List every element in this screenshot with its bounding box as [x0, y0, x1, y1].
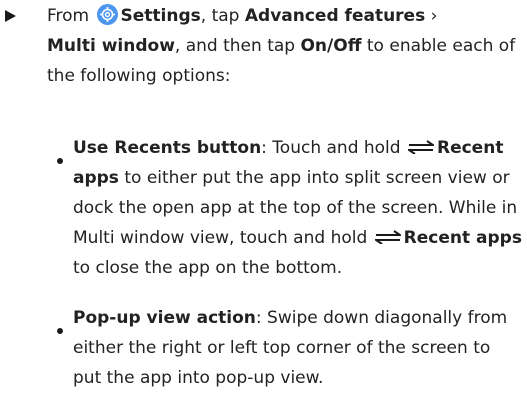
option-title: Use Recents button	[73, 138, 262, 158]
step-paragraph: From Settings, tap Advanced features › M…	[47, 1, 517, 91]
settings-label: Settings	[120, 6, 201, 26]
separator: ›	[430, 6, 438, 26]
then-tap-text: , and then tap	[174, 36, 296, 56]
advanced-features-label: Advanced features	[244, 6, 426, 26]
onoff-label: On/Off	[300, 36, 362, 56]
option-title: Pop-up view action	[73, 308, 256, 328]
recent-apps-icon	[372, 224, 403, 245]
bullet-icon	[57, 158, 63, 164]
step-arrow-icon	[5, 10, 16, 22]
recent-apps-label: Recent apps	[403, 228, 522, 248]
option-use-recents: Use Recents button: Touch and hold Recen…	[73, 133, 523, 283]
multi-window-label: Multi window	[47, 36, 175, 56]
from-text: From	[47, 6, 90, 26]
option-text: : Touch and hold	[261, 138, 401, 158]
bullet-icon	[57, 328, 63, 334]
recent-apps-icon	[405, 134, 437, 155]
option-popup-view: Pop-up view action: Swipe down diagonall…	[73, 303, 523, 393]
tap-text: , tap	[200, 6, 240, 26]
option-text: to close the app on the bottom.	[73, 258, 343, 278]
settings-gear-icon	[96, 4, 118, 25]
